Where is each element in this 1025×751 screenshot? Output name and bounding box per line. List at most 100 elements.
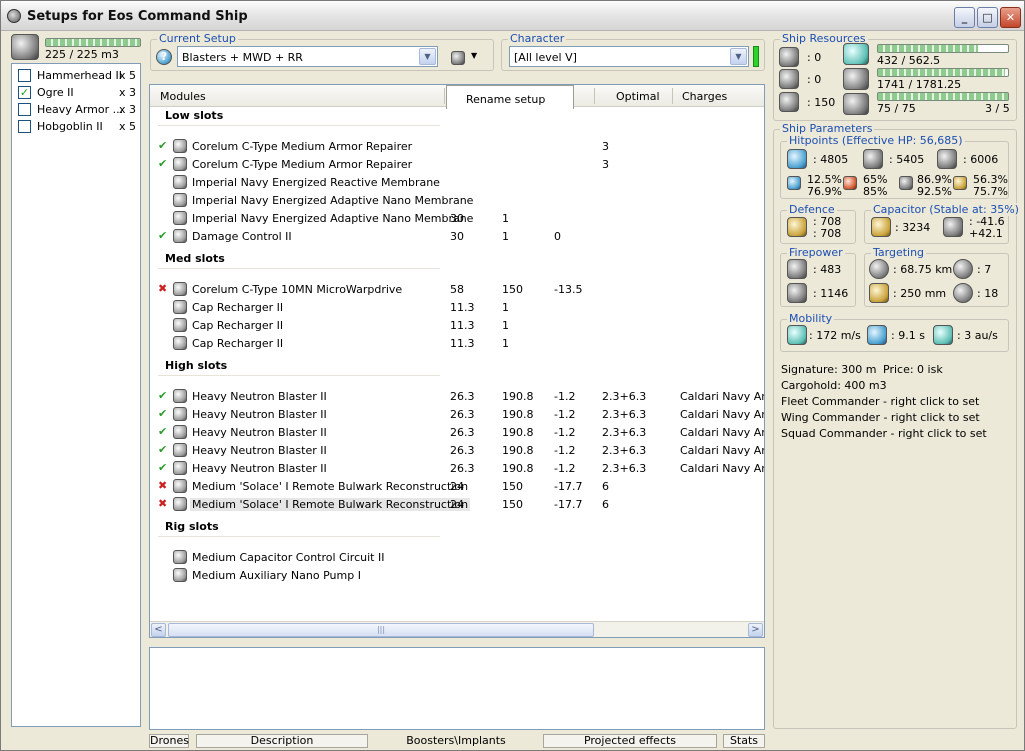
module-row[interactable]: ✔ Corelum C-Type Medium Armor Repairer 3 — [150, 155, 764, 173]
setup-menu-arrow-icon[interactable]: ▼ — [471, 51, 477, 60]
character-select-value: [All level V] — [514, 51, 577, 64]
scroll-thumb[interactable]: ||| — [168, 623, 594, 637]
drone-checkbox[interactable] — [18, 69, 31, 82]
module-offline-x-icon: ✖ — [158, 497, 168, 510]
drone-bay-usage: 225 / 225 m3 — [45, 48, 119, 61]
module-charges: Caldari Navy Antimatter — [680, 390, 764, 403]
structure-hp: : 6006 — [963, 153, 999, 166]
velocity-icon — [787, 325, 807, 345]
ship-price: Price: 0 isk — [883, 363, 943, 376]
scroll-right-arrow-icon[interactable]: > — [748, 623, 763, 637]
module-icon — [173, 443, 187, 457]
minimize-button[interactable]: _ — [954, 7, 975, 28]
kinetic-resist-icon — [899, 176, 913, 190]
module-icon — [173, 497, 187, 511]
scan-resolution: : 250 mm — [893, 287, 947, 300]
setup-menu-icon[interactable] — [451, 51, 465, 65]
drone-bandwidth-value: : 150 — [807, 96, 836, 109]
close-button[interactable]: ✕ — [1000, 7, 1021, 28]
module-row[interactable]: ✔ Heavy Neutron Blaster II 26.3 190.8 -1.2 2.… — [150, 459, 764, 477]
module-icon — [173, 229, 187, 243]
tab-boosters-implants[interactable]: Boosters\Implants — [373, 734, 539, 748]
wing-commander[interactable]: Wing Commander - right click to set — [781, 411, 980, 424]
module-icon — [173, 211, 187, 225]
module-row[interactable]: Medium Capacitor Control Circuit II — [150, 548, 764, 566]
rename-setup-label: Rename setup — [466, 93, 546, 106]
module-icon — [173, 282, 187, 296]
powergrid-icon — [843, 68, 869, 90]
module-name: Heavy Neutron Blaster II — [192, 462, 327, 475]
tab-stats[interactable]: Stats — [723, 734, 765, 748]
module-row[interactable]: ✖ Medium 'Solace' I Remote Bulwark Recons… — [150, 495, 764, 513]
module-optimal: 3 — [602, 158, 609, 171]
module-icon — [173, 461, 187, 475]
module-row[interactable]: ✔ Heavy Neutron Blaster II 26.3 190.8 -1.2 2.… — [150, 387, 764, 405]
sensor-strength: : 18 — [977, 287, 999, 300]
modules-panel: Modules Optimal Charges Rename setup Low… — [149, 84, 765, 638]
setup-select[interactable]: Blasters + MWD + RR ▼ — [177, 46, 438, 67]
module-row[interactable]: ✔ Heavy Neutron Blaster II 26.3 190.8 -1.2 2.… — [150, 423, 764, 441]
module-row[interactable]: ✔ Heavy Neutron Blaster II 26.3 190.8 -1.2 2.… — [150, 405, 764, 423]
module-optimal: 6 — [602, 480, 609, 493]
module-name: Medium Capacitor Control Circuit II — [192, 551, 385, 564]
dps-icon — [787, 259, 807, 279]
character-select[interactable]: [All level V] ▼ — [509, 46, 749, 67]
squad-commander[interactable]: Squad Commander - right click to set — [781, 427, 987, 440]
module-row[interactable]: Cap Recharger II 11.3 1 — [150, 316, 764, 334]
module-capacitor: -1.2 — [554, 462, 576, 475]
fleet-commander[interactable]: Fleet Commander - right click to set — [781, 395, 979, 408]
module-cpu: 11.3 — [450, 301, 475, 314]
maximize-button[interactable]: □ — [977, 7, 998, 28]
module-icon — [173, 300, 187, 314]
module-powergrid: 190.8 — [502, 444, 534, 457]
module-powergrid: 1 — [502, 337, 509, 350]
module-name: Imperial Navy Energized Adaptive Nano Me… — [192, 194, 474, 207]
help-icon[interactable]: ? — [156, 49, 172, 65]
launcher-hardpoint-icon — [779, 69, 799, 89]
module-powergrid: 190.8 — [502, 390, 534, 403]
launcher-hardpoint-count: : 0 — [807, 73, 822, 86]
module-row[interactable]: Imperial Navy Energized Adaptive Nano Me… — [150, 209, 764, 227]
drone-bay-bar-fill — [46, 39, 140, 46]
module-row[interactable]: Imperial Navy Energized Reactive Membran… — [150, 173, 764, 191]
drone-name[interactable]: Heavy Armor ... — [37, 103, 123, 116]
tab-projected-effects[interactable]: Projected effects — [543, 734, 717, 748]
module-capacitor: -17.7 — [554, 480, 583, 493]
module-charges: Caldari Navy Antimatter — [680, 426, 764, 439]
tab-description[interactable]: Description — [196, 734, 368, 748]
warp-speed-value: : 3 au/s — [957, 329, 998, 342]
module-optimal: 2.3+6.3 — [602, 390, 647, 403]
module-row[interactable]: Cap Recharger II 11.3 1 — [150, 298, 764, 316]
armor-hp: : 5405 — [889, 153, 925, 166]
module-row[interactable]: ✖ Corelum C-Type 10MN MicroWarpdrive 58 150… — [150, 280, 764, 298]
calibration-bar — [877, 92, 1009, 101]
drone-checkbox[interactable]: ✓ — [18, 86, 31, 99]
drone-name[interactable]: Ogre II — [37, 86, 74, 99]
tab-drones[interactable]: Drones — [149, 734, 189, 748]
module-row[interactable]: Cap Recharger II 11.3 1 — [150, 334, 764, 352]
drone-checkbox[interactable] — [18, 120, 31, 133]
module-row[interactable]: ✔ Damage Control II 30 1 0 — [150, 227, 764, 245]
module-charges: Caldari Navy Antimatter — [680, 408, 764, 421]
drone-bandwidth-icon — [779, 92, 799, 112]
module-cpu: 11.3 — [450, 319, 475, 332]
scroll-left-arrow-icon[interactable]: < — [151, 623, 166, 637]
align-time-icon — [867, 325, 887, 345]
drone-checkbox[interactable] — [18, 103, 31, 116]
module-row[interactable]: Medium Auxiliary Nano Pump I — [150, 566, 764, 584]
horizontal-scrollbar[interactable]: < ||| > — [150, 621, 764, 637]
module-row[interactable]: ✖ Medium 'Solace' I Remote Bulwark Recons… — [150, 477, 764, 495]
rename-setup-tab[interactable]: Rename setup — [446, 85, 574, 109]
module-icon — [173, 550, 187, 564]
module-cpu: 26.3 — [450, 426, 475, 439]
module-name: Medium 'Solace' I Remote Bulwark Reconst… — [190, 498, 471, 511]
module-row[interactable]: ✔ Corelum C-Type Medium Armor Repairer 3 — [150, 137, 764, 155]
module-powergrid: 190.8 — [502, 462, 534, 475]
module-row[interactable]: ✔ Heavy Neutron Blaster II 26.3 190.8 -1.2 2.… — [150, 441, 764, 459]
drone-name[interactable]: Hammerhead II — [37, 69, 122, 82]
module-row[interactable]: Imperial Navy Energized Adaptive Nano Me… — [150, 191, 764, 209]
module-charges: Caldari Navy Antimatter — [680, 444, 764, 457]
drone-name[interactable]: Hobgoblin II — [37, 120, 103, 133]
module-cpu: 24 — [450, 480, 464, 493]
max-targets-icon — [953, 259, 973, 279]
